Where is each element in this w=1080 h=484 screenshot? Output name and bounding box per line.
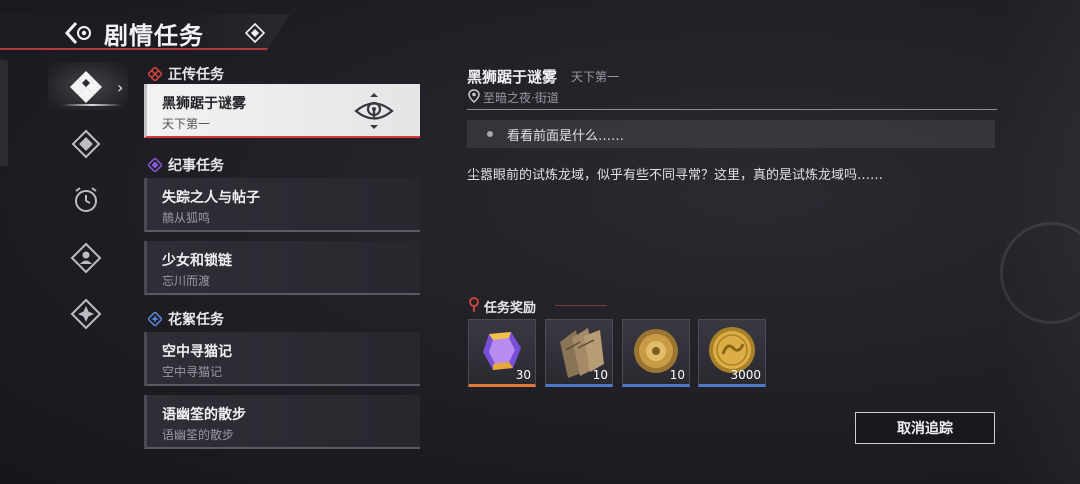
rewards-divider bbox=[555, 305, 607, 306]
quest-detail-subtitle: 天下第一 bbox=[571, 70, 620, 84]
side-quest-icon bbox=[148, 312, 162, 326]
section-main-quests: 正传任务 bbox=[144, 63, 224, 85]
divider bbox=[467, 109, 997, 110]
untrack-button[interactable]: 取消追踪 bbox=[855, 412, 995, 444]
main-quest-icon bbox=[148, 67, 162, 81]
quest-subtitle: 空中寻猫记 bbox=[162, 365, 223, 379]
reward-quantity: 30 bbox=[515, 368, 531, 382]
edge-tab bbox=[0, 60, 8, 166]
reward-item-gold[interactable]: 3000 bbox=[698, 319, 766, 387]
reward-quantity: 10 bbox=[669, 368, 685, 382]
quest-card-heishi[interactable]: 黑狮踞于谜雾 天下第一 bbox=[144, 84, 420, 138]
rewards-heading: 任务奖励 bbox=[484, 301, 537, 316]
quest-description: 尘嚣眼前的试炼龙域，似乎有些不同寻常？这里，真的是试炼龙域吗…… bbox=[467, 168, 884, 183]
quest-card-walk[interactable]: 语幽筌的散步 语幽筌的散步 bbox=[144, 395, 420, 449]
objective-bullet bbox=[487, 131, 493, 137]
chevron-right-icon: › bbox=[117, 78, 124, 97]
star-diamond-icon bbox=[70, 298, 102, 330]
location-pin-icon bbox=[468, 89, 480, 103]
reward-pin-icon bbox=[469, 297, 479, 312]
category-battle-button[interactable] bbox=[66, 124, 106, 164]
tracking-eye-icon bbox=[354, 93, 394, 129]
quest-title: 空中寻猫记 bbox=[162, 344, 232, 360]
diamond-icon bbox=[244, 22, 266, 44]
category-story-quests-button[interactable] bbox=[66, 66, 106, 106]
section-title: 正传任务 bbox=[168, 67, 224, 83]
quest-subtitle: 鶄从狐鸣 bbox=[162, 211, 211, 225]
quest-subtitle: 语幽筌的散步 bbox=[162, 428, 235, 442]
quest-title: 语幽筌的散步 bbox=[162, 407, 246, 423]
category-star-button[interactable] bbox=[66, 294, 106, 334]
alarm-clock-icon bbox=[75, 187, 97, 212]
quest-location: 至暗之夜·街道 bbox=[483, 91, 559, 105]
crossed-diamond-icon bbox=[71, 129, 101, 159]
quest-title: 少女和锁链 bbox=[162, 253, 232, 269]
reward-item-crystal[interactable]: 30 bbox=[468, 319, 536, 387]
person-diamond-icon bbox=[70, 242, 102, 274]
chronicle-quest-icon bbox=[148, 158, 162, 172]
objective-text: 看看前面是什么…… bbox=[507, 129, 625, 144]
story-quest-icon bbox=[70, 71, 102, 103]
quest-subtitle: 忘川而渡 bbox=[162, 274, 211, 288]
category-timed-button[interactable] bbox=[66, 180, 106, 220]
reward-quantity: 3000 bbox=[730, 368, 761, 382]
reward-item-planks[interactable]: 10 bbox=[545, 319, 613, 387]
reward-item-shield[interactable]: 10 bbox=[622, 319, 690, 387]
quest-card-cat[interactable]: 空中寻猫记 空中寻猫记 bbox=[144, 332, 420, 386]
back-icon[interactable] bbox=[64, 20, 94, 46]
section-side-quests: 花絮任务 bbox=[144, 308, 224, 330]
quest-card-girl-chain[interactable]: 少女和锁链 忘川而渡 bbox=[144, 241, 420, 295]
quest-title: 失踪之人与帖子 bbox=[162, 190, 260, 206]
page-title: 剧情任务 bbox=[104, 22, 204, 50]
quest-title: 黑狮踞于谜雾 bbox=[162, 96, 246, 112]
reward-quantity: 10 bbox=[592, 368, 608, 382]
quest-subtitle: 天下第一 bbox=[162, 117, 211, 131]
section-title: 纪事任务 bbox=[168, 158, 224, 174]
category-character-button[interactable] bbox=[66, 238, 106, 278]
quest-card-missing-person[interactable]: 失踪之人与帖子 鶄从狐鸣 bbox=[144, 178, 420, 232]
quest-detail-title: 黑狮踞于谜雾 bbox=[467, 68, 558, 86]
category-sidebar bbox=[0, 58, 130, 484]
section-chronicle-quests: 纪事任务 bbox=[144, 154, 224, 176]
section-title: 花絮任务 bbox=[168, 312, 224, 328]
